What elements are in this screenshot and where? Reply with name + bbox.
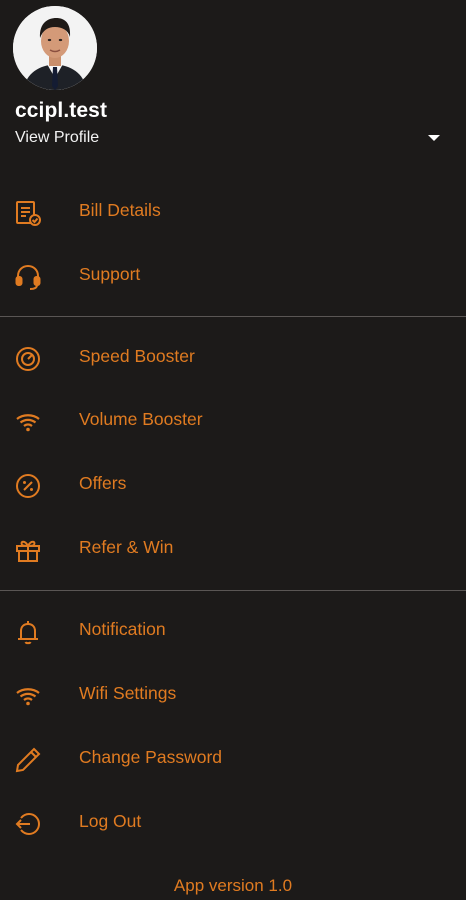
menu-item-volume-booster[interactable]: Volume Booster [0, 393, 466, 449]
profile-username: ccipl.test [15, 99, 108, 122]
speedometer-icon [14, 345, 42, 373]
menu-label: Volume Booster [79, 409, 203, 429]
avatar[interactable] [13, 6, 97, 90]
menu-item-bill-details[interactable]: Bill Details [0, 184, 466, 240]
pencil-icon [14, 746, 42, 774]
view-profile-link[interactable]: View Profile [15, 129, 99, 147]
wifi-icon [14, 682, 42, 710]
menu-item-wifi-settings[interactable]: Wifi Settings [0, 667, 466, 723]
menu-label: Bill Details [79, 200, 161, 220]
menu-label: Log Out [79, 811, 142, 831]
menu-label: Wifi Settings [79, 683, 177, 703]
menu-item-change-password[interactable]: Change Password [0, 731, 466, 787]
menu-item-support[interactable]: Support [0, 248, 466, 304]
menu-label: Notification [79, 619, 166, 639]
app-version: App version 1.0 [173, 876, 293, 895]
gift-icon [14, 536, 42, 564]
menu-item-speed-booster[interactable]: Speed Booster [0, 330, 466, 386]
profile-header: ccipl.test View Profile [0, 0, 466, 165]
divider [0, 316, 466, 317]
menu-label: Refer & Win [79, 537, 174, 557]
percent-icon [14, 472, 42, 500]
divider [0, 590, 466, 591]
bill-icon [14, 199, 42, 227]
menu-label: Support [79, 264, 141, 284]
menu-item-offers[interactable]: Offers [0, 457, 466, 513]
menu-label: Offers [79, 473, 127, 493]
wifi-icon [14, 408, 42, 436]
headset-icon [14, 263, 42, 291]
menu-item-log-out[interactable]: Log Out [0, 795, 466, 851]
menu-item-notification[interactable]: Notification [0, 603, 466, 659]
navigation-drawer: ccipl.test View Profile Bill Details Sup… [0, 0, 466, 900]
logout-icon [14, 810, 42, 838]
caret-down-icon[interactable] [424, 130, 444, 146]
bell-icon [14, 618, 42, 646]
menu-item-refer-win[interactable]: Refer & Win [0, 521, 466, 577]
menu-label: Speed Booster [79, 346, 195, 366]
menu-label: Change Password [79, 747, 222, 767]
